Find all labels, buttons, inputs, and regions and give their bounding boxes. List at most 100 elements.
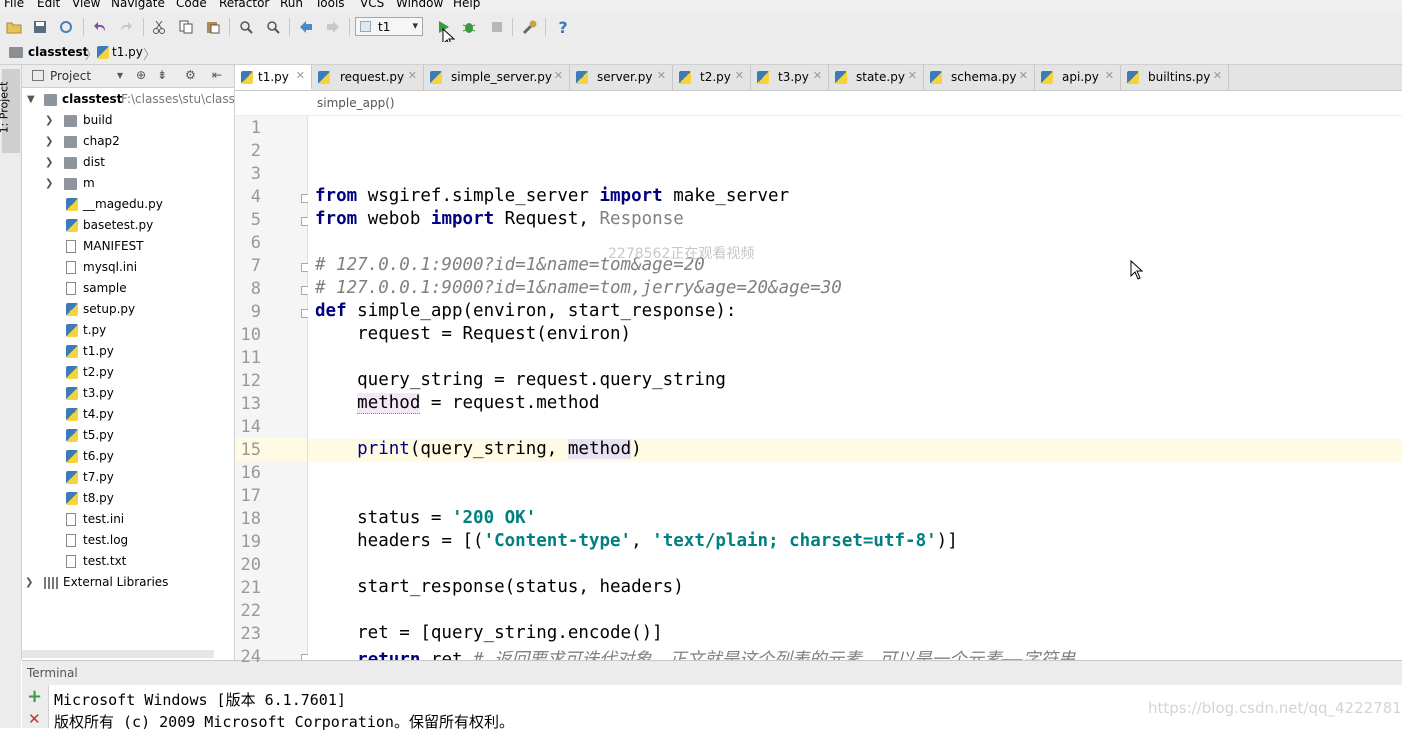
run-config-select[interactable]: t1 ▾: [355, 17, 423, 36]
tree-item[interactable]: MANIFEST: [22, 236, 234, 257]
menu-window[interactable]: Window: [396, 0, 443, 10]
tree-item[interactable]: ❯ m: [22, 173, 234, 194]
close-icon[interactable]: ✕: [908, 69, 917, 82]
tree-item[interactable]: basetest.py: [22, 215, 234, 236]
editor-tabs: t1.py ✕ request.py ✕ simple_server.py ✕ ser…: [235, 65, 1402, 91]
tree-item[interactable]: t8.py: [22, 488, 234, 509]
project-panel-title[interactable]: Project: [50, 69, 91, 83]
code-line-21: start_response(status, headers): [315, 577, 684, 597]
tree-item-label: dist: [83, 155, 105, 169]
forward-icon[interactable]: [322, 16, 344, 38]
tree-item[interactable]: t2.py: [22, 362, 234, 383]
close-icon[interactable]: ✕: [554, 69, 563, 82]
close-icon[interactable]: ✕: [813, 69, 822, 82]
tree-item[interactable]: t7.py: [22, 467, 234, 488]
close-icon[interactable]: ✕: [735, 69, 744, 82]
settings-icon[interactable]: [519, 16, 541, 38]
tree-item-label: setup.py: [83, 302, 136, 316]
close-icon[interactable]: ✕: [657, 69, 666, 82]
chevron-right-icon[interactable]: ❯: [45, 131, 53, 152]
redo-icon[interactable]: [115, 16, 137, 38]
close-icon[interactable]: ✕: [1213, 69, 1222, 82]
horizontal-scrollbar[interactable]: [22, 650, 214, 658]
tree-item[interactable]: sample: [22, 278, 234, 299]
close-icon[interactable]: ✕: [28, 710, 41, 728]
close-icon[interactable]: ✕: [408, 69, 417, 82]
tab-t2[interactable]: t2.py ✕: [673, 65, 751, 90]
collapse-icon[interactable]: ⇟: [157, 68, 167, 82]
tree-item[interactable]: t3.py: [22, 383, 234, 404]
menu-tools[interactable]: Tools: [315, 0, 345, 10]
chevron-right-icon[interactable]: ❯: [45, 173, 53, 194]
tree-item[interactable]: t1.py: [22, 341, 234, 362]
tree-item[interactable]: test.txt: [22, 551, 234, 572]
close-icon[interactable]: ✕: [1105, 69, 1114, 82]
close-icon[interactable]: ✕: [1019, 69, 1028, 82]
project-tool-tab[interactable]: 1: Project: [0, 69, 20, 153]
run-config-label: t1: [378, 20, 391, 34]
tree-item[interactable]: setup.py: [22, 299, 234, 320]
menu-help[interactable]: Help: [453, 0, 480, 10]
tab-request[interactable]: request.py ✕: [312, 65, 424, 90]
csdn-watermark: https://blog.csdn.net/qq_42227818: [1148, 699, 1402, 717]
gear-icon[interactable]: ⚙: [185, 68, 196, 82]
tree-item[interactable]: ❯ dist: [22, 152, 234, 173]
tab-api[interactable]: api.py ✕: [1035, 65, 1121, 90]
tree-external-libraries[interactable]: ❯ External Libraries: [22, 572, 234, 593]
code-editor[interactable]: from wsgiref.simple_server import make_s…: [308, 116, 1402, 660]
tree-item[interactable]: test.ini: [22, 509, 234, 530]
menu-file[interactable]: File: [4, 0, 24, 10]
copy-icon[interactable]: [175, 16, 197, 38]
tab-state[interactable]: state.py ✕: [829, 65, 924, 90]
chevron-right-icon[interactable]: ❯: [45, 110, 53, 131]
open-icon[interactable]: [3, 16, 25, 38]
tree-item[interactable]: ❯ chap2: [22, 131, 234, 152]
menu-edit[interactable]: Edit: [37, 0, 60, 10]
tree-item[interactable]: test.log: [22, 530, 234, 551]
save-icon[interactable]: [29, 16, 51, 38]
breadcrumb-function[interactable]: simple_app(): [317, 96, 395, 110]
paste-icon[interactable]: [202, 16, 224, 38]
tree-item[interactable]: mysql.ini: [22, 257, 234, 278]
tree-item[interactable]: ❯ build: [22, 110, 234, 131]
menu-refactor[interactable]: Refactor: [219, 0, 269, 10]
cut-icon[interactable]: [148, 16, 170, 38]
tree-item[interactable]: t6.py: [22, 446, 234, 467]
tree-item[interactable]: __magedu.py: [22, 194, 234, 215]
chevron-down-icon[interactable]: ▾: [117, 68, 123, 82]
debug-icon[interactable]: [458, 16, 480, 38]
replace-icon[interactable]: [262, 16, 284, 38]
tree-item[interactable]: t5.py: [22, 425, 234, 446]
chevron-right-icon: ❯: [25, 577, 34, 588]
nav-file[interactable]: t1.py: [112, 45, 143, 59]
menu-vcs[interactable]: VCS: [360, 0, 384, 10]
sync-icon[interactable]: [55, 16, 77, 38]
menu-navigate[interactable]: Navigate: [111, 0, 165, 10]
tree-item-label: sample: [83, 281, 127, 295]
tree-item[interactable]: t.py: [22, 320, 234, 341]
tree-root[interactable]: ▼ classtest F:\classes\stu\classt: [22, 89, 234, 110]
text-file-icon: [66, 240, 76, 253]
close-icon[interactable]: ✕: [296, 69, 305, 82]
tab-schema[interactable]: schema.py ✕: [924, 65, 1035, 90]
terminal-title[interactable]: Terminal: [27, 666, 78, 680]
hide-icon[interactable]: ⇤: [212, 68, 222, 82]
menu-code[interactable]: Code: [176, 0, 207, 10]
tab-t3[interactable]: t3.py ✕: [751, 65, 829, 90]
tab-t1[interactable]: t1.py ✕: [235, 65, 312, 90]
menu-view[interactable]: View: [72, 0, 100, 10]
tab-server[interactable]: server.py ✕: [570, 65, 673, 90]
find-icon[interactable]: [235, 16, 257, 38]
chevron-right-icon[interactable]: ❯: [45, 152, 53, 173]
menu-run[interactable]: Run: [280, 0, 303, 10]
tree-item[interactable]: t4.py: [22, 404, 234, 425]
locate-icon[interactable]: ⊕: [136, 68, 146, 82]
nav-project[interactable]: classtest: [28, 45, 88, 59]
tab-simple-server[interactable]: simple_server.py ✕: [424, 65, 570, 90]
help-icon[interactable]: ?: [552, 16, 574, 38]
tab-builtins[interactable]: builtins.py ✕: [1121, 65, 1229, 90]
undo-icon[interactable]: [89, 16, 111, 38]
add-terminal-icon[interactable]: +: [27, 686, 42, 707]
stop-icon[interactable]: [486, 16, 508, 38]
back-icon[interactable]: [295, 16, 317, 38]
